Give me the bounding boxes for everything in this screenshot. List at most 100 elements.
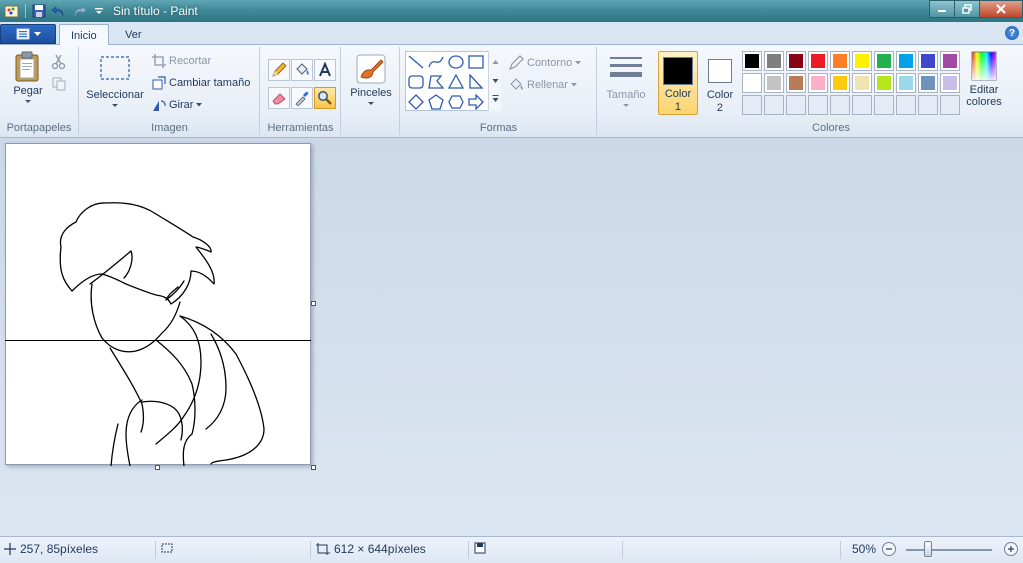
brushes-button[interactable]: Pinceles	[348, 53, 394, 105]
palette-swatch[interactable]	[852, 51, 872, 71]
magnifier-tool[interactable]	[314, 87, 336, 109]
color1-selector[interactable]: Color 1	[658, 51, 698, 115]
resize-button[interactable]: Cambiar tamaño	[152, 74, 250, 92]
palette-swatch-color	[921, 54, 935, 68]
ribbon: Pegar Portapapeles Seleccionar Recortar …	[0, 45, 1023, 138]
tab-inicio[interactable]: Inicio	[59, 24, 109, 46]
palette-empty-slot[interactable]	[830, 95, 850, 115]
right-triangle-shape-icon[interactable]	[467, 73, 485, 91]
canvas-workspace[interactable]	[0, 138, 1023, 536]
paint-app-icon[interactable]	[2, 1, 22, 21]
palette-empty-slot[interactable]	[940, 95, 960, 115]
tab-ver[interactable]: Ver	[114, 24, 153, 45]
drawing-canvas[interactable]	[5, 143, 311, 467]
restore-icon	[962, 4, 972, 14]
palette-swatch[interactable]	[830, 51, 850, 71]
palette-swatch-color	[899, 54, 913, 68]
select-button[interactable]: Seleccionar	[84, 55, 146, 107]
curve-shape-icon[interactable]	[427, 53, 445, 71]
palette-swatch-color	[811, 76, 825, 90]
triangle-shape-icon[interactable]	[447, 73, 465, 91]
text-tool[interactable]	[314, 59, 336, 81]
menu-icon	[16, 28, 29, 40]
arrow-shape-icon[interactable]	[467, 93, 485, 111]
rotate-label: Girar	[169, 99, 194, 111]
oval-shape-icon[interactable]	[447, 53, 465, 71]
zoom-out-button[interactable]	[882, 542, 896, 556]
palette-swatch[interactable]	[742, 51, 762, 71]
rounded-rectangle-shape-icon[interactable]	[407, 73, 425, 91]
zoom-in-button[interactable]	[1004, 542, 1018, 556]
palette-swatch[interactable]	[808, 51, 828, 71]
palette-swatch[interactable]	[918, 51, 938, 71]
rectangle-shape-icon[interactable]	[467, 53, 485, 71]
palette-empty-slot[interactable]	[764, 95, 784, 115]
pentagon-shape-icon[interactable]	[427, 93, 445, 111]
cut-button[interactable]	[51, 53, 67, 71]
palette-swatch[interactable]	[786, 73, 806, 93]
zoom-slider-track[interactable]	[906, 549, 992, 551]
hexagon-shape-icon[interactable]	[447, 93, 465, 111]
line-width-icon	[610, 57, 642, 77]
palette-empty-slot[interactable]	[852, 95, 872, 115]
palette-swatch[interactable]	[896, 73, 916, 93]
edit-colors-button[interactable]: Editar colores	[962, 51, 1006, 108]
size-button[interactable]: Tamaño	[604, 55, 648, 107]
color2-selector[interactable]: Color 2	[700, 51, 740, 115]
palette-empty-slot[interactable]	[742, 95, 762, 115]
eraser-tool[interactable]	[268, 87, 290, 109]
palette-swatch[interactable]	[830, 73, 850, 93]
palette-empty-slot[interactable]	[786, 95, 806, 115]
palette-swatch[interactable]	[764, 73, 784, 93]
crop-button[interactable]: Recortar	[152, 52, 211, 70]
palette-swatch[interactable]	[786, 51, 806, 71]
diamond-shape-icon[interactable]	[407, 93, 425, 111]
palette-empty-slot[interactable]	[896, 95, 916, 115]
selection-size-icon	[161, 543, 173, 553]
palette-swatch[interactable]	[764, 51, 784, 71]
palette-swatch[interactable]	[874, 73, 894, 93]
palette-swatch[interactable]	[940, 51, 960, 71]
close-button[interactable]	[979, 0, 1023, 18]
chevron-down-icon	[368, 102, 374, 105]
zoom-slider-thumb[interactable]	[924, 541, 932, 557]
fill-button[interactable]: Rellenar	[508, 76, 577, 94]
palette-swatch[interactable]	[852, 73, 872, 93]
cursor-position: 257, 85píxeles	[4, 542, 98, 556]
chevron-down-icon	[25, 100, 31, 103]
outline-button[interactable]: Contorno	[508, 54, 582, 72]
undo-icon[interactable]	[49, 1, 69, 21]
help-button[interactable]: ?	[1005, 26, 1019, 40]
palette-swatch[interactable]	[874, 51, 894, 71]
rotate-button[interactable]: Girar	[152, 96, 203, 114]
line-shape-icon[interactable]	[407, 53, 425, 71]
minimize-button[interactable]	[929, 0, 955, 18]
fill-tool[interactable]	[291, 59, 313, 81]
color-picker-tool[interactable]	[291, 87, 313, 109]
window-title: Sin título - Paint	[113, 4, 198, 18]
palette-swatch[interactable]	[896, 51, 916, 71]
resize-handle-right[interactable]	[311, 301, 316, 306]
fill-bucket-icon	[510, 78, 523, 90]
palette-swatch[interactable]	[918, 73, 938, 93]
resize-handle-corner[interactable]	[311, 465, 316, 470]
maximize-button[interactable]	[954, 0, 980, 18]
paste-button[interactable]: Pegar	[8, 51, 48, 103]
palette-swatch[interactable]	[742, 73, 762, 93]
paint-menu-button[interactable]	[0, 24, 56, 44]
palette-empty-slot[interactable]	[874, 95, 894, 115]
color2-swatch	[708, 59, 732, 83]
palette-empty-slot[interactable]	[808, 95, 828, 115]
copy-button[interactable]	[51, 75, 67, 93]
palette-swatch[interactable]	[808, 73, 828, 93]
polygon-shape-icon[interactable]	[427, 73, 445, 91]
palette-empty-slot[interactable]	[918, 95, 938, 115]
redo-icon[interactable]	[69, 1, 89, 21]
copy-icon	[52, 77, 66, 91]
palette-swatch[interactable]	[940, 73, 960, 93]
customize-qat-icon[interactable]	[89, 1, 109, 21]
cursor-position-text: 257, 85píxeles	[20, 542, 99, 556]
resize-handle-bottom[interactable]	[155, 465, 160, 470]
pencil-tool[interactable]	[268, 59, 290, 81]
save-icon[interactable]	[29, 1, 49, 21]
